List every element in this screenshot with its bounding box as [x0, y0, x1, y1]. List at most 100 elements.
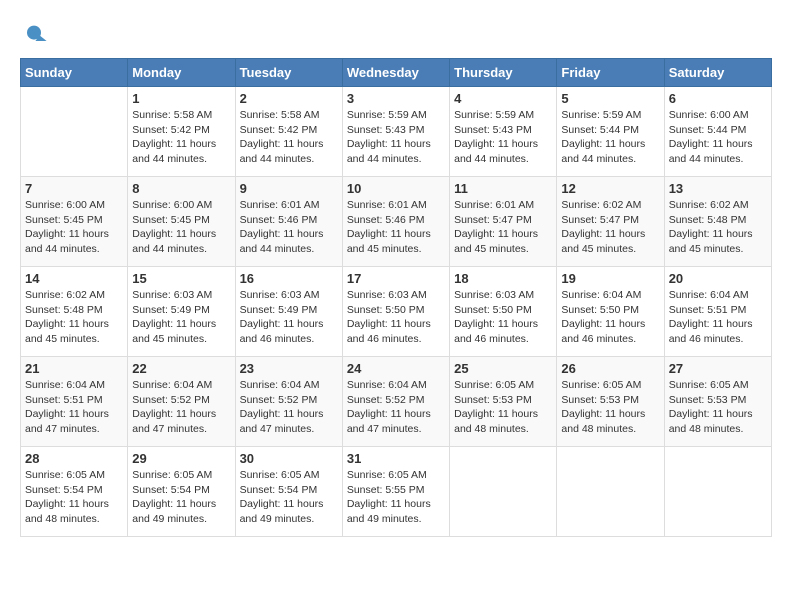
calendar-cell: 16Sunrise: 6:03 AMSunset: 5:49 PMDayligh… — [235, 267, 342, 357]
calendar-cell: 9 Sunrise: 6:01 AMSunset: 5:46 PMDaylight… — [235, 177, 342, 267]
calendar-cell: 14 Sunrise: 6:02 AMSunset: 5:48 PMDayligh… — [21, 267, 128, 357]
day-number: 27 — [669, 361, 767, 376]
day-number: 14 — [25, 271, 123, 286]
day-number: 23 — [240, 361, 338, 376]
day-info: Sunrise: 6:03 AMSunset: 5:50 PMDaylight:… — [347, 288, 445, 347]
calendar-cell: 2 Sunrise: 5:58 AMSunset: 5:42 PMDaylight… — [235, 87, 342, 177]
day-info: Sunrise: 6:05 AMSunset: 5:54 PMDaylight:… — [132, 468, 230, 527]
calendar-cell: 12 Sunrise: 6:02 AMSunset: 5:47 PMDayligh… — [557, 177, 664, 267]
calendar-cell: 25Sunrise: 6:05 AMSunset: 5:53 PMDayligh… — [450, 357, 557, 447]
calendar-header-row: SundayMondayTuesdayWednesdayThursdayFrid… — [21, 59, 772, 87]
calendar-cell — [664, 447, 771, 537]
calendar-cell: 27 Sunrise: 6:05 AMSunset: 5:53 PMDayligh… — [664, 357, 771, 447]
calendar-week-row: 28Sunrise: 6:05 AMSunset: 5:54 PMDayligh… — [21, 447, 772, 537]
calendar-cell: 4 Sunrise: 5:59 AMSunset: 5:43 PMDaylight… — [450, 87, 557, 177]
column-header-monday: Monday — [128, 59, 235, 87]
day-info: Sunrise: 6:01 AMSunset: 5:47 PMDaylight:… — [454, 198, 552, 257]
day-number: 30 — [240, 451, 338, 466]
column-header-tuesday: Tuesday — [235, 59, 342, 87]
day-number: 11 — [454, 181, 552, 196]
calendar-cell: 10Sunrise: 6:01 AMSunset: 5:46 PMDayligh… — [342, 177, 449, 267]
day-info: Sunrise: 6:04 AMSunset: 5:50 PMDaylight:… — [561, 288, 659, 347]
day-info: Sunrise: 6:00 AMSunset: 5:45 PMDaylight:… — [25, 198, 123, 257]
day-number: 3 — [347, 91, 445, 106]
day-number: 2 — [240, 91, 338, 106]
calendar-cell: 24 Sunrise: 6:04 AMSunset: 5:52 PMDayligh… — [342, 357, 449, 447]
day-info: Sunrise: 5:59 AMSunset: 5:43 PMDaylight:… — [454, 108, 552, 167]
day-number: 4 — [454, 91, 552, 106]
day-number: 24 — [347, 361, 445, 376]
calendar-cell: 15 Sunrise: 6:03 AMSunset: 5:49 PMDayligh… — [128, 267, 235, 357]
day-info: Sunrise: 6:03 AMSunset: 5:49 PMDaylight:… — [240, 288, 338, 347]
calendar-week-row: 21 Sunrise: 6:04 AMSunset: 5:51 PMDayligh… — [21, 357, 772, 447]
day-number: 18 — [454, 271, 552, 286]
day-number: 25 — [454, 361, 552, 376]
day-number: 19 — [561, 271, 659, 286]
calendar-cell: 19 Sunrise: 6:04 AMSunset: 5:50 PMDayligh… — [557, 267, 664, 357]
day-number: 10 — [347, 181, 445, 196]
column-header-wednesday: Wednesday — [342, 59, 449, 87]
day-number: 21 — [25, 361, 123, 376]
day-info: Sunrise: 6:02 AMSunset: 5:48 PMDaylight:… — [25, 288, 123, 347]
day-info: Sunrise: 6:05 AMSunset: 5:53 PMDaylight:… — [669, 378, 767, 437]
day-info: Sunrise: 6:04 AMSunset: 5:51 PMDaylight:… — [25, 378, 123, 437]
day-info: Sunrise: 6:00 AMSunset: 5:45 PMDaylight:… — [132, 198, 230, 257]
day-number: 9 — [240, 181, 338, 196]
calendar-cell: 13Sunrise: 6:02 AMSunset: 5:48 PMDayligh… — [664, 177, 771, 267]
day-number: 31 — [347, 451, 445, 466]
calendar-cell: 17 Sunrise: 6:03 AMSunset: 5:50 PMDayligh… — [342, 267, 449, 357]
calendar-cell: 29 Sunrise: 6:05 AMSunset: 5:54 PMDayligh… — [128, 447, 235, 537]
calendar-cell: 6 Sunrise: 6:00 AMSunset: 5:44 PMDaylight… — [664, 87, 771, 177]
calendar-cell: 22Sunrise: 6:04 AMSunset: 5:52 PMDayligh… — [128, 357, 235, 447]
day-info: Sunrise: 6:02 AMSunset: 5:48 PMDaylight:… — [669, 198, 767, 257]
day-info: Sunrise: 6:04 AMSunset: 5:51 PMDaylight:… — [669, 288, 767, 347]
day-info: Sunrise: 6:00 AMSunset: 5:44 PMDaylight:… — [669, 108, 767, 167]
column-header-saturday: Saturday — [664, 59, 771, 87]
calendar-cell: 18 Sunrise: 6:03 AMSunset: 5:50 PMDayligh… — [450, 267, 557, 357]
day-info: Sunrise: 6:03 AMSunset: 5:50 PMDaylight:… — [454, 288, 552, 347]
calendar-week-row: 14 Sunrise: 6:02 AMSunset: 5:48 PMDayligh… — [21, 267, 772, 357]
day-number: 1 — [132, 91, 230, 106]
day-number: 15 — [132, 271, 230, 286]
day-number: 6 — [669, 91, 767, 106]
day-number: 12 — [561, 181, 659, 196]
day-info: Sunrise: 6:04 AMSunset: 5:52 PMDaylight:… — [240, 378, 338, 437]
calendar-cell: 30Sunrise: 6:05 AMSunset: 5:54 PMDayligh… — [235, 447, 342, 537]
day-info: Sunrise: 6:03 AMSunset: 5:49 PMDaylight:… — [132, 288, 230, 347]
day-info: Sunrise: 6:02 AMSunset: 5:47 PMDaylight:… — [561, 198, 659, 257]
column-header-thursday: Thursday — [450, 59, 557, 87]
calendar-cell — [450, 447, 557, 537]
calendar-cell: 23 Sunrise: 6:04 AMSunset: 5:52 PMDayligh… — [235, 357, 342, 447]
day-number: 17 — [347, 271, 445, 286]
day-number: 5 — [561, 91, 659, 106]
day-info: Sunrise: 6:01 AMSunset: 5:46 PMDaylight:… — [240, 198, 338, 257]
day-number: 26 — [561, 361, 659, 376]
day-info: Sunrise: 6:05 AMSunset: 5:53 PMDaylight:… — [561, 378, 659, 437]
column-header-friday: Friday — [557, 59, 664, 87]
day-info: Sunrise: 5:58 AMSunset: 5:42 PMDaylight:… — [132, 108, 230, 167]
calendar-cell: 31 Sunrise: 6:05 AMSunset: 5:55 PMDayligh… — [342, 447, 449, 537]
column-header-sunday: Sunday — [21, 59, 128, 87]
calendar-week-row: 7Sunrise: 6:00 AMSunset: 5:45 PMDaylight… — [21, 177, 772, 267]
day-info: Sunrise: 5:59 AMSunset: 5:44 PMDaylight:… — [561, 108, 659, 167]
day-info: Sunrise: 6:05 AMSunset: 5:55 PMDaylight:… — [347, 468, 445, 527]
day-number: 22 — [132, 361, 230, 376]
calendar-cell: 28Sunrise: 6:05 AMSunset: 5:54 PMDayligh… — [21, 447, 128, 537]
calendar-cell: 8 Sunrise: 6:00 AMSunset: 5:45 PMDaylight… — [128, 177, 235, 267]
day-number: 8 — [132, 181, 230, 196]
calendar-table: SundayMondayTuesdayWednesdayThursdayFrid… — [20, 58, 772, 537]
calendar-cell: 26 Sunrise: 6:05 AMSunset: 5:53 PMDayligh… — [557, 357, 664, 447]
page-header — [20, 20, 772, 48]
calendar-cell: 20 Sunrise: 6:04 AMSunset: 5:51 PMDayligh… — [664, 267, 771, 357]
day-info: Sunrise: 6:04 AMSunset: 5:52 PMDaylight:… — [347, 378, 445, 437]
calendar-cell: 1 Sunrise: 5:58 AMSunset: 5:42 PMDaylight… — [128, 87, 235, 177]
day-number: 20 — [669, 271, 767, 286]
calendar-week-row: 1 Sunrise: 5:58 AMSunset: 5:42 PMDaylight… — [21, 87, 772, 177]
calendar-cell: 3 Sunrise: 5:59 AMSunset: 5:43 PMDaylight… — [342, 87, 449, 177]
day-info: Sunrise: 6:05 AMSunset: 5:54 PMDaylight:… — [25, 468, 123, 527]
day-info: Sunrise: 5:59 AMSunset: 5:43 PMDaylight:… — [347, 108, 445, 167]
calendar-cell: 21 Sunrise: 6:04 AMSunset: 5:51 PMDayligh… — [21, 357, 128, 447]
day-number: 29 — [132, 451, 230, 466]
day-info: Sunrise: 5:58 AMSunset: 5:42 PMDaylight:… — [240, 108, 338, 167]
calendar-cell — [21, 87, 128, 177]
